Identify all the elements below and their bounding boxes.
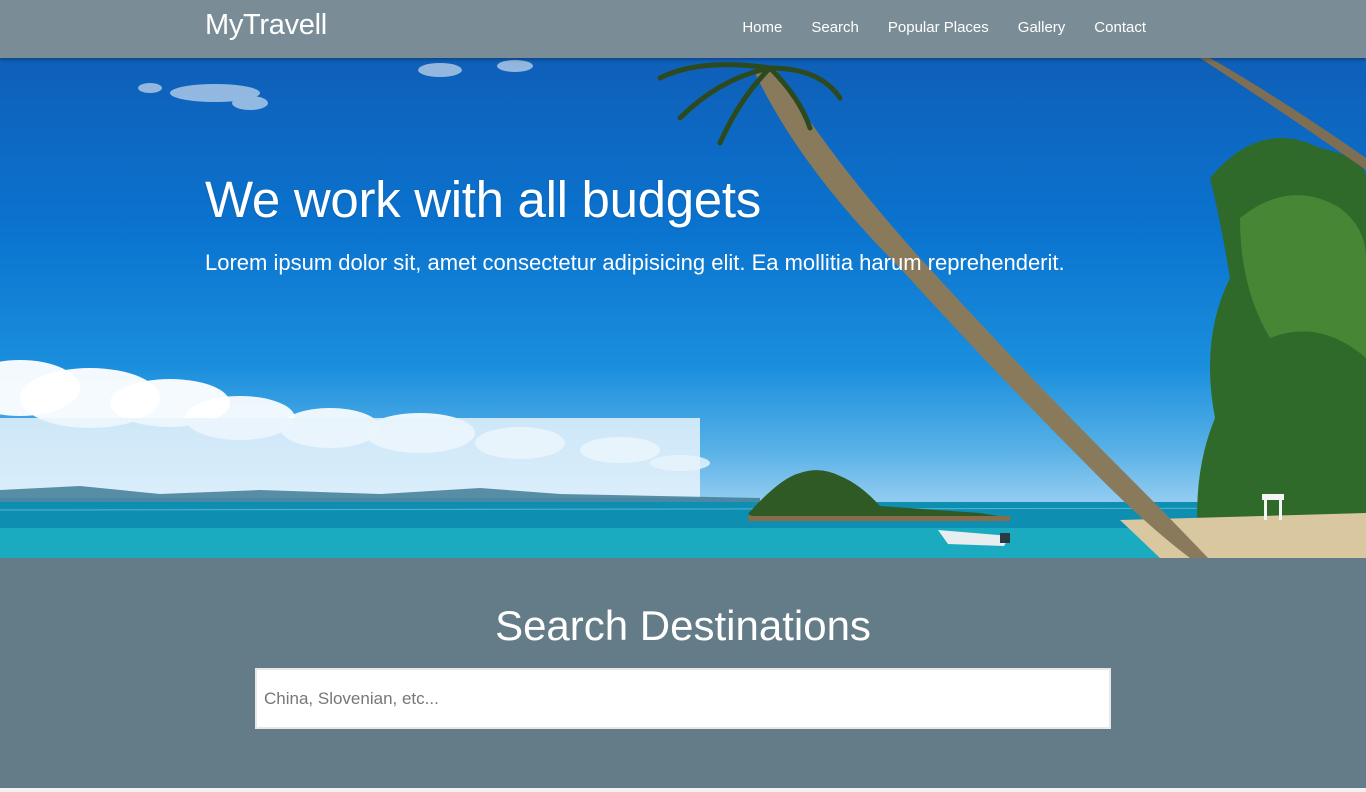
nav-menu: Home Search Popular Places Gallery Conta… (742, 17, 1146, 36)
hero-background-image (0, 58, 1366, 558)
search-section: Search Destinations (0, 558, 1366, 788)
nav-item-home: Home (742, 17, 782, 36)
nav-link-contact[interactable]: Contact (1094, 19, 1146, 36)
navbar: MyTravell Home Search Popular Places Gal… (0, 0, 1366, 58)
nav-item-search: Search (811, 17, 859, 36)
search-section-title: Search Destinations (495, 602, 871, 649)
nav-link-popular-places[interactable]: Popular Places (888, 19, 989, 36)
nav-link-search[interactable]: Search (811, 19, 859, 36)
hero-subtitle: Lorem ipsum dolor sit, amet consectetur … (205, 250, 1065, 275)
destination-search-input[interactable] (255, 668, 1111, 729)
hero-title: We work with all budgets (205, 171, 761, 228)
hero-section: We work with all budgets Lorem ipsum dol… (0, 58, 1366, 558)
brand-logo[interactable]: MyTravell (205, 9, 327, 42)
nav-item-contact: Contact (1094, 17, 1146, 36)
nav-item-popular-places: Popular Places (888, 17, 989, 36)
nav-link-gallery[interactable]: Gallery (1018, 19, 1066, 36)
nav-link-home[interactable]: Home (742, 19, 782, 36)
nav-item-gallery: Gallery (1018, 17, 1066, 36)
page-bottom-edge (0, 788, 1366, 792)
